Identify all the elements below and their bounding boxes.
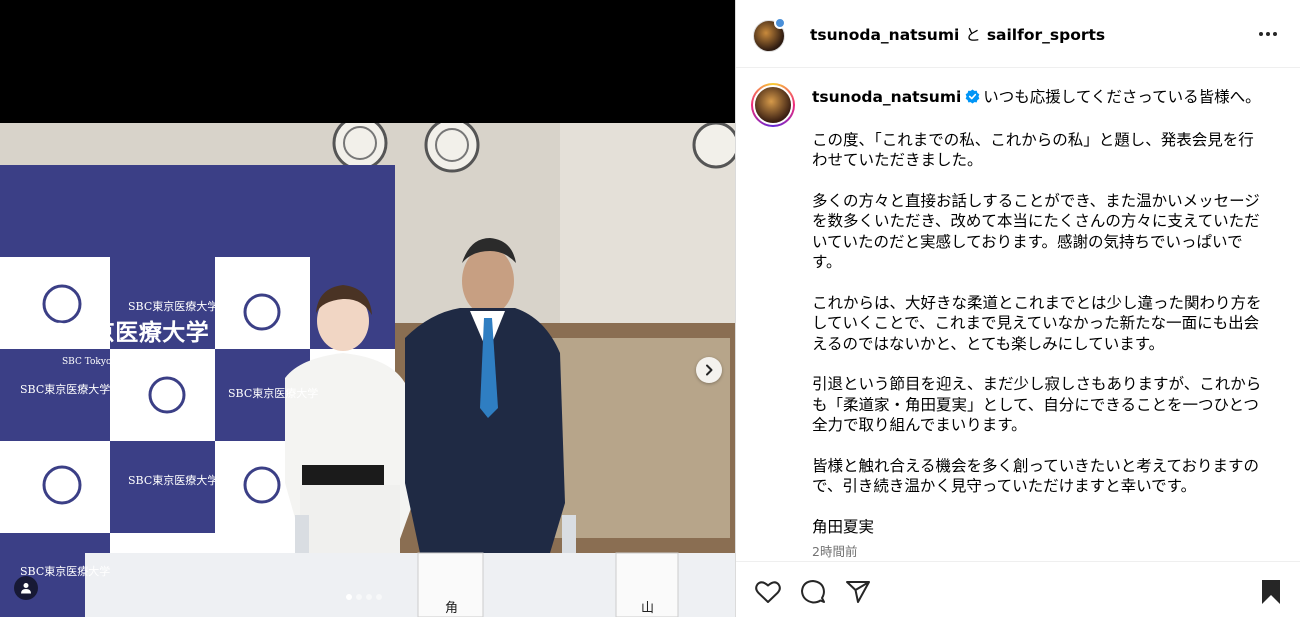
caption-text: tsunoda_natsumi いつも応援してくださっている皆様へ。 この度、「こ…	[812, 87, 1268, 537]
backdrop-label: SBC東京医療大学	[20, 565, 111, 578]
carousel-dot	[376, 594, 382, 600]
author-username-link[interactable]: tsunoda_natsumi	[810, 26, 959, 44]
banner-subtitle: SBC Tokyo Medical University	[62, 357, 201, 367]
post-photo: SBC東京医療大学 SBC Tokyo Medical University S…	[0, 123, 735, 617]
caption-avatar[interactable]	[751, 83, 795, 127]
caption-paragraph: 多くの方々と直接お話しすることができ、また温かいメッセージを数多くいただき、改め…	[812, 191, 1260, 272]
caption-paragraph: この度、「これまでの私、これからの私」と題し、発表会見を行わせていただきました。	[812, 130, 1254, 170]
carousel-next-button[interactable]	[696, 357, 722, 383]
backdrop-label: SBC東京医療大学	[128, 474, 219, 487]
post-details-panel: tsunoda_natsumi と sailfor_sports tsunoda_n…	[735, 0, 1300, 617]
carousel-indicator	[346, 594, 382, 600]
post-timestamp[interactable]: 2時間前	[812, 541, 857, 560]
name-card-text: 山	[641, 601, 655, 616]
comment-button[interactable]	[799, 578, 827, 606]
caption-username-link[interactable]: tsunoda_natsumi	[812, 88, 961, 106]
like-button[interactable]	[754, 578, 782, 606]
comment-icon	[801, 580, 825, 604]
post-authors: tsunoda_natsumi と sailfor_sports	[810, 23, 1105, 45]
tagged-users-button[interactable]	[14, 576, 38, 600]
photo-scene	[0, 123, 735, 617]
action-bar	[736, 561, 1300, 617]
heart-icon	[755, 581, 781, 603]
carousel-dot	[366, 594, 372, 600]
carousel-dot	[356, 594, 362, 600]
collaborator-username-link[interactable]: sailfor_sports	[987, 26, 1105, 44]
caption-paragraph: これからは、大好きな柔道とこれまでとは少し違った関わり方をしていくことで、これま…	[812, 293, 1262, 353]
caption-first-line: いつも応援してくださっている皆様へ。	[983, 88, 1261, 106]
instagram-post-view: SBC東京医療大学 SBC Tokyo Medical University S…	[0, 0, 1300, 617]
post-media[interactable]: SBC東京医療大学 SBC Tokyo Medical University S…	[0, 0, 735, 617]
backdrop-label: SBC東京医療大学	[20, 383, 111, 396]
banner-title: SBC東京医療大学	[12, 319, 210, 346]
backdrop-label: SBC東京医療大学	[128, 300, 219, 313]
collab-conjunction: と	[965, 26, 981, 44]
caption-paragraph: 皆様と触れ合える機会を多く創っていきたいと考えておりますので、引き続き温かく見守…	[812, 456, 1260, 496]
backdrop-label: SBC東京医療大学	[228, 387, 319, 400]
more-icon	[1259, 32, 1277, 36]
verified-icon	[965, 89, 980, 110]
name-card-text: 角	[445, 601, 459, 616]
post-header: tsunoda_natsumi と sailfor_sports	[736, 0, 1300, 68]
more-options-button[interactable]	[1256, 22, 1280, 46]
user-tag-icon	[21, 583, 31, 594]
chevron-right-icon	[706, 364, 713, 376]
caption-paragraph: 引退という節目を迎え、まだ少し寂しさもありますが、これからも「柔道家・角田夏実」…	[812, 375, 1262, 434]
save-button[interactable]	[1257, 578, 1285, 606]
bookmark-icon	[1262, 580, 1280, 604]
caption-section: tsunoda_natsumi いつも応援してくださっている皆様へ。 この度、「こ…	[736, 69, 1300, 561]
share-icon	[846, 581, 870, 603]
carousel-dot	[346, 594, 352, 600]
caption-signature: 角田夏実	[812, 517, 875, 536]
share-button[interactable]	[844, 578, 872, 606]
collab-badge	[774, 17, 786, 29]
